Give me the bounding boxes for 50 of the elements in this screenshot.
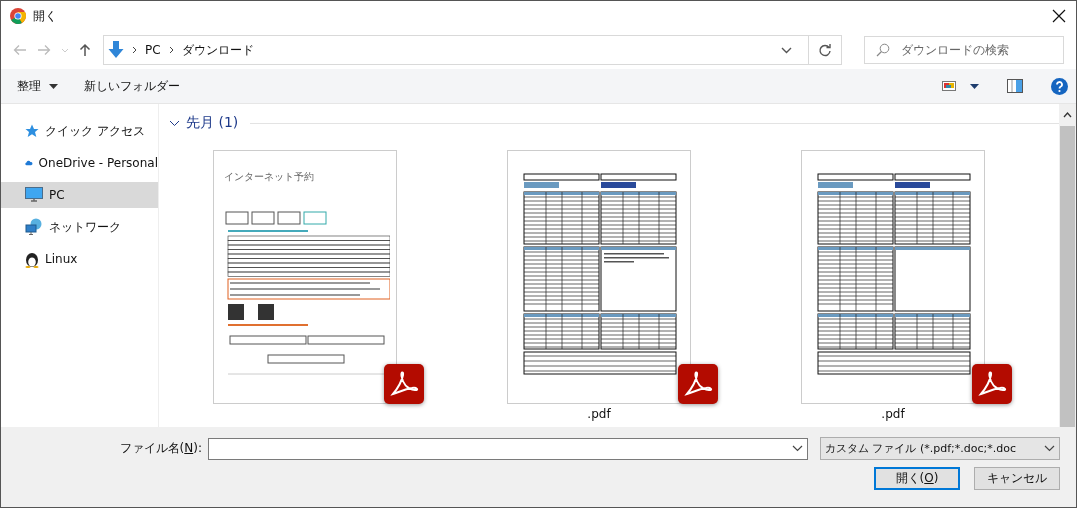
sidebar-item[interactable]: Linux	[1, 246, 158, 272]
file-name[interactable]: .pdf	[587, 407, 611, 421]
browser-logo-icon	[10, 8, 26, 24]
window-title: 開く	[33, 7, 57, 25]
download-arrow-icon	[108, 41, 124, 59]
breadcrumb[interactable]: PC	[145, 43, 161, 57]
up-arrow-icon[interactable]	[79, 43, 91, 57]
search-icon	[876, 43, 890, 57]
scroll-up-icon[interactable]	[1063, 112, 1072, 118]
search-field[interactable]: ダウンロードの検索	[864, 36, 1064, 64]
sidebar-item[interactable]: OneDrive - Personal	[1, 150, 158, 176]
refresh-icon	[818, 43, 832, 57]
pdf-badge-icon	[678, 364, 718, 404]
network-icon	[25, 218, 43, 236]
file-name-label: ファイル名(N):	[119, 440, 202, 457]
address-bar[interactable]: PC ダウンロード	[103, 35, 842, 65]
dropdown-chevron-icon[interactable]	[781, 46, 792, 54]
monitor-icon	[25, 187, 43, 203]
file-name-field[interactable]	[208, 437, 808, 460]
dropdown-chevron-icon	[1044, 445, 1055, 452]
chevron-right-icon	[168, 46, 174, 54]
document-thumbnail[interactable]	[507, 150, 691, 404]
help-icon[interactable]	[1051, 77, 1068, 95]
close-icon[interactable]	[1052, 9, 1066, 23]
caret-icon	[49, 83, 58, 89]
preview-pane-icon[interactable]	[1007, 79, 1023, 93]
dropdown-chevron-icon[interactable]	[792, 445, 803, 452]
organize-menu-button[interactable]: 整理	[11, 73, 64, 99]
sidebar-item[interactable]: PC	[1, 182, 158, 208]
star-icon	[25, 124, 39, 138]
new-folder-button[interactable]: 新しいフォルダー	[78, 73, 186, 99]
view-dropdown-icon[interactable]	[970, 83, 979, 89]
sidebar-item[interactable]: クイック アクセス	[1, 118, 158, 144]
open-button[interactable]: 開く(O)	[874, 467, 960, 490]
cancel-button[interactable]: キャンセル	[974, 467, 1060, 490]
group-heading[interactable]: 先月 (1)	[186, 114, 239, 132]
breadcrumb[interactable]: ダウンロード	[181, 41, 254, 59]
scrollbar-thumb[interactable]	[1060, 126, 1075, 427]
thumbnail-heading: インターネット予約	[224, 170, 314, 184]
file-type-dropdown[interactable]: カスタム ファイル (*.pdf;*.doc;*.doc	[820, 437, 1060, 460]
file-name[interactable]: .pdf	[881, 407, 905, 421]
document-thumbnail[interactable]: インターネット予約	[213, 150, 397, 404]
penguin-icon	[25, 250, 39, 268]
sidebar-item[interactable]: ネットワーク	[1, 214, 158, 240]
collapse-chevron-icon[interactable]	[169, 119, 180, 127]
pdf-badge-icon	[384, 364, 424, 404]
view-thumbnail-icon[interactable]	[942, 80, 956, 92]
document-thumbnail[interactable]	[801, 150, 985, 404]
chevron-right-icon	[132, 46, 137, 54]
pdf-badge-icon	[972, 364, 1012, 404]
